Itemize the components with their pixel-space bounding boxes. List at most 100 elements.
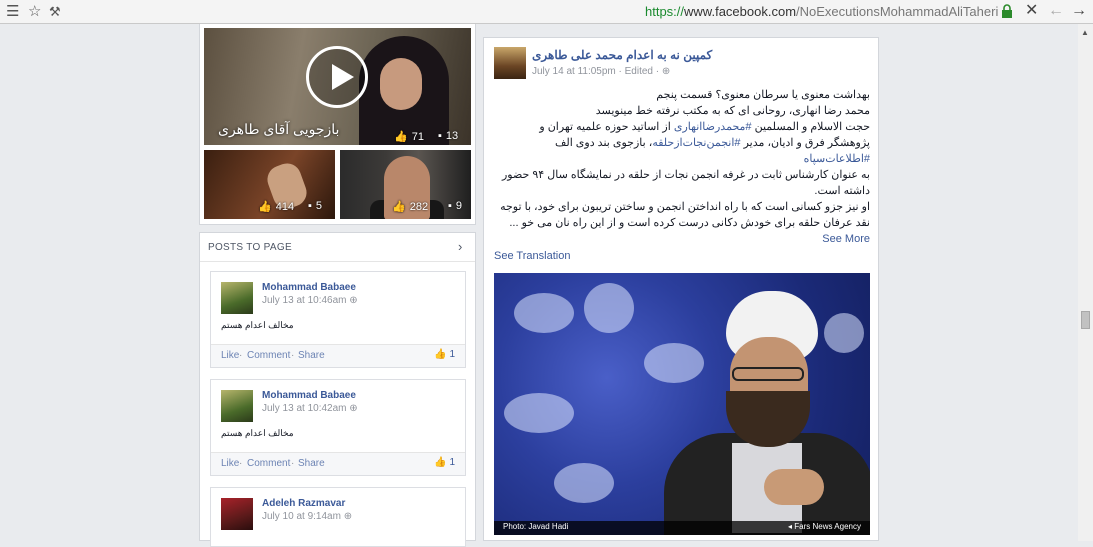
menu-icon[interactable]: ☰ — [6, 3, 19, 21]
post-date[interactable]: July 13 at 10:42am ⊕ — [262, 403, 358, 414]
video-likes: 👍 282 — [392, 200, 429, 214]
globe-icon: ⊕ — [349, 403, 358, 414]
post-actions: Like · Comment · Share 👍 1 — [211, 344, 465, 367]
comment-link[interactable]: Comment — [247, 350, 290, 361]
share-link[interactable]: Share — [298, 350, 325, 361]
like-icon: 👍 — [258, 201, 272, 213]
play-icon[interactable] — [306, 46, 368, 108]
bookmark-star-icon[interactable]: ☆ — [28, 3, 41, 21]
avatar[interactable] — [221, 282, 253, 314]
url-domain: www.facebook.com — [684, 4, 797, 19]
background-shape — [554, 463, 614, 503]
photo-credit: Photo: Javad Hadi — [503, 522, 569, 531]
post-author[interactable]: Mohammad Babaee — [262, 390, 356, 401]
comment-link[interactable]: Comment — [247, 458, 290, 469]
wrench-icon[interactable]: ⚒ — [49, 3, 61, 21]
page-name-link[interactable]: کمپین نه به اعدام محمد علی طاهری — [532, 48, 712, 62]
post-text: مخالف اعدام هستم — [221, 428, 294, 438]
post-line: #اطلاعات‌سپاه — [494, 151, 870, 167]
forward-icon[interactable]: → — [1071, 2, 1087, 20]
post-date-text: July 13 at 10:46am — [262, 295, 347, 306]
post-line: پژوهشگر فرق و ادیان، مدیر #انجمن‌نجات‌از… — [494, 135, 870, 151]
post-line: بهداشت معنوی یا سرطان معنوی؟ قسمت پنجم — [656, 89, 870, 101]
comment-icon: ▪ — [448, 200, 452, 212]
separator: · — [239, 458, 243, 469]
video-likes: 👍 71 — [394, 130, 424, 144]
visitor-post: Adeleh Razmavar July 10 at 9:14am ⊕ — [210, 487, 466, 547]
agency-icon: ◂ — [788, 522, 793, 531]
scroll-thumb[interactable] — [1081, 311, 1090, 329]
video-thumbnail-small-2[interactable]: 👍 282 ▪ 9 — [340, 150, 471, 219]
like-icon: 👍 — [394, 131, 408, 143]
video-comment-count: 13 — [445, 130, 459, 142]
post-meta[interactable]: July 14 at 11:05pm · Edited · ⊕ — [532, 66, 670, 77]
avatar[interactable] — [221, 498, 253, 530]
page-avatar[interactable] — [494, 47, 526, 79]
post-date-text: July 13 at 10:42am — [262, 403, 347, 414]
see-more-link[interactable]: See More — [822, 233, 870, 245]
divider — [200, 261, 475, 262]
background-shape — [644, 343, 704, 383]
close-icon[interactable]: ✕ — [1025, 2, 1038, 20]
video-like-count: 282 — [409, 200, 429, 213]
post-line: به عنوان کارشناس ثابت در غرفه انجمن نجات… — [502, 169, 870, 197]
post-meta-text: July 14 at 11:05pm · Edited · — [532, 66, 660, 77]
like-count-value: 1 — [449, 349, 455, 360]
like-count[interactable]: 👍 1 — [434, 457, 455, 468]
video-likes: 👍 414 — [258, 200, 295, 214]
avatar[interactable] — [221, 390, 253, 422]
like-count[interactable]: 👍 1 — [434, 349, 455, 360]
post-author[interactable]: Adeleh Razmavar — [262, 498, 345, 509]
videos-panel: بازجویی آقای طاهری 👍 71 ▪ 13 👍 414 ▪ 5 👍 282 … — [199, 24, 476, 225]
url-scheme: https:// — [645, 4, 685, 19]
hashtag-link[interactable]: #اطلاعات‌سپاه — [804, 153, 870, 165]
comment-icon: ▪ — [438, 130, 442, 142]
post-text: مخالف اعدام هستم — [221, 320, 294, 330]
post-text-span: ، بازجوی بند دوی الف — [554, 137, 653, 149]
share-link[interactable]: Share — [298, 458, 325, 469]
video-comment-count: 9 — [455, 200, 463, 212]
separator: · — [291, 458, 295, 469]
address-bar[interactable]: https://www.facebook.com/NoExecutionsMoh… — [645, 4, 998, 20]
page-scrollbar[interactable] — [1078, 24, 1093, 541]
separator: · — [291, 350, 295, 361]
like-link[interactable]: Like — [221, 458, 239, 469]
post-date[interactable]: July 10 at 9:14am ⊕ — [262, 511, 352, 522]
video-like-count: 71 — [411, 130, 424, 143]
back-icon[interactable]: ← — [1048, 2, 1064, 20]
visitor-post: Mohammad Babaee July 13 at 10:46am ⊕ مخا… — [210, 271, 466, 368]
post-text-span: او نیز جزو کسانی است که با راه انداختن ا… — [500, 201, 870, 229]
globe-icon: ⊕ — [343, 511, 353, 522]
separator: · — [239, 350, 243, 361]
post-text-span: حجت الاسلام و المسلمین — [751, 121, 870, 133]
video-comments: ▪ 13 — [438, 130, 458, 142]
posts-to-page-panel: POSTS TO PAGE › Mohammad Babaee July 13 … — [199, 232, 476, 547]
photo-agency: ◂ Fars News Agency — [788, 522, 861, 531]
post-line: حجت الاسلام و المسلمین #محمدرضاانهاری از… — [494, 119, 870, 135]
post-date-text: July 10 at 9:14am — [262, 511, 341, 522]
hashtag-link[interactable]: #انجمن‌نجات‌ازحلقه — [652, 137, 740, 149]
comment-icon: ▪ — [308, 200, 312, 212]
like-link[interactable]: Like — [221, 350, 239, 361]
post-actions: Like · Comment · Share 👍 1 — [211, 452, 465, 475]
video-thumbnail-main[interactable]: بازجویی آقای طاهری 👍 71 ▪ 13 — [204, 28, 471, 145]
post-date[interactable]: July 13 at 10:46am ⊕ — [262, 295, 358, 306]
post-photo[interactable]: Photo: Javad Hadi ◂ Fars News Agency — [494, 273, 870, 535]
visitor-post: Mohammad Babaee July 13 at 10:42am ⊕ مخا… — [210, 379, 466, 476]
video-comment-count: 5 — [315, 200, 323, 212]
video-thumbnail-small-1[interactable]: 👍 414 ▪ 5 — [204, 150, 335, 219]
video-comments: ▪ 5 — [308, 200, 322, 212]
posts-to-page-heading[interactable]: POSTS TO PAGE — [208, 242, 292, 253]
scroll-up-arrow-icon[interactable]: ▲ — [1081, 28, 1089, 37]
page-post: کمپین نه به اعدام محمد علی طاهری July 14… — [483, 37, 879, 541]
post-author[interactable]: Mohammad Babaee — [262, 282, 356, 293]
hashtag-link[interactable]: #محمدرضاانهاری — [674, 121, 752, 133]
video-like-count: 414 — [275, 200, 295, 213]
post-text-span: پژوهشگر فرق و ادیان، مدیر — [740, 137, 870, 149]
lock-icon — [1002, 4, 1012, 18]
chevron-right-icon[interactable]: › — [458, 239, 462, 254]
like-icon: 👍 — [392, 201, 406, 213]
thumbs-up-icon: 👍 — [434, 349, 447, 360]
globe-icon: ⊕ — [661, 66, 671, 77]
see-translation-link[interactable]: See Translation — [494, 250, 570, 262]
